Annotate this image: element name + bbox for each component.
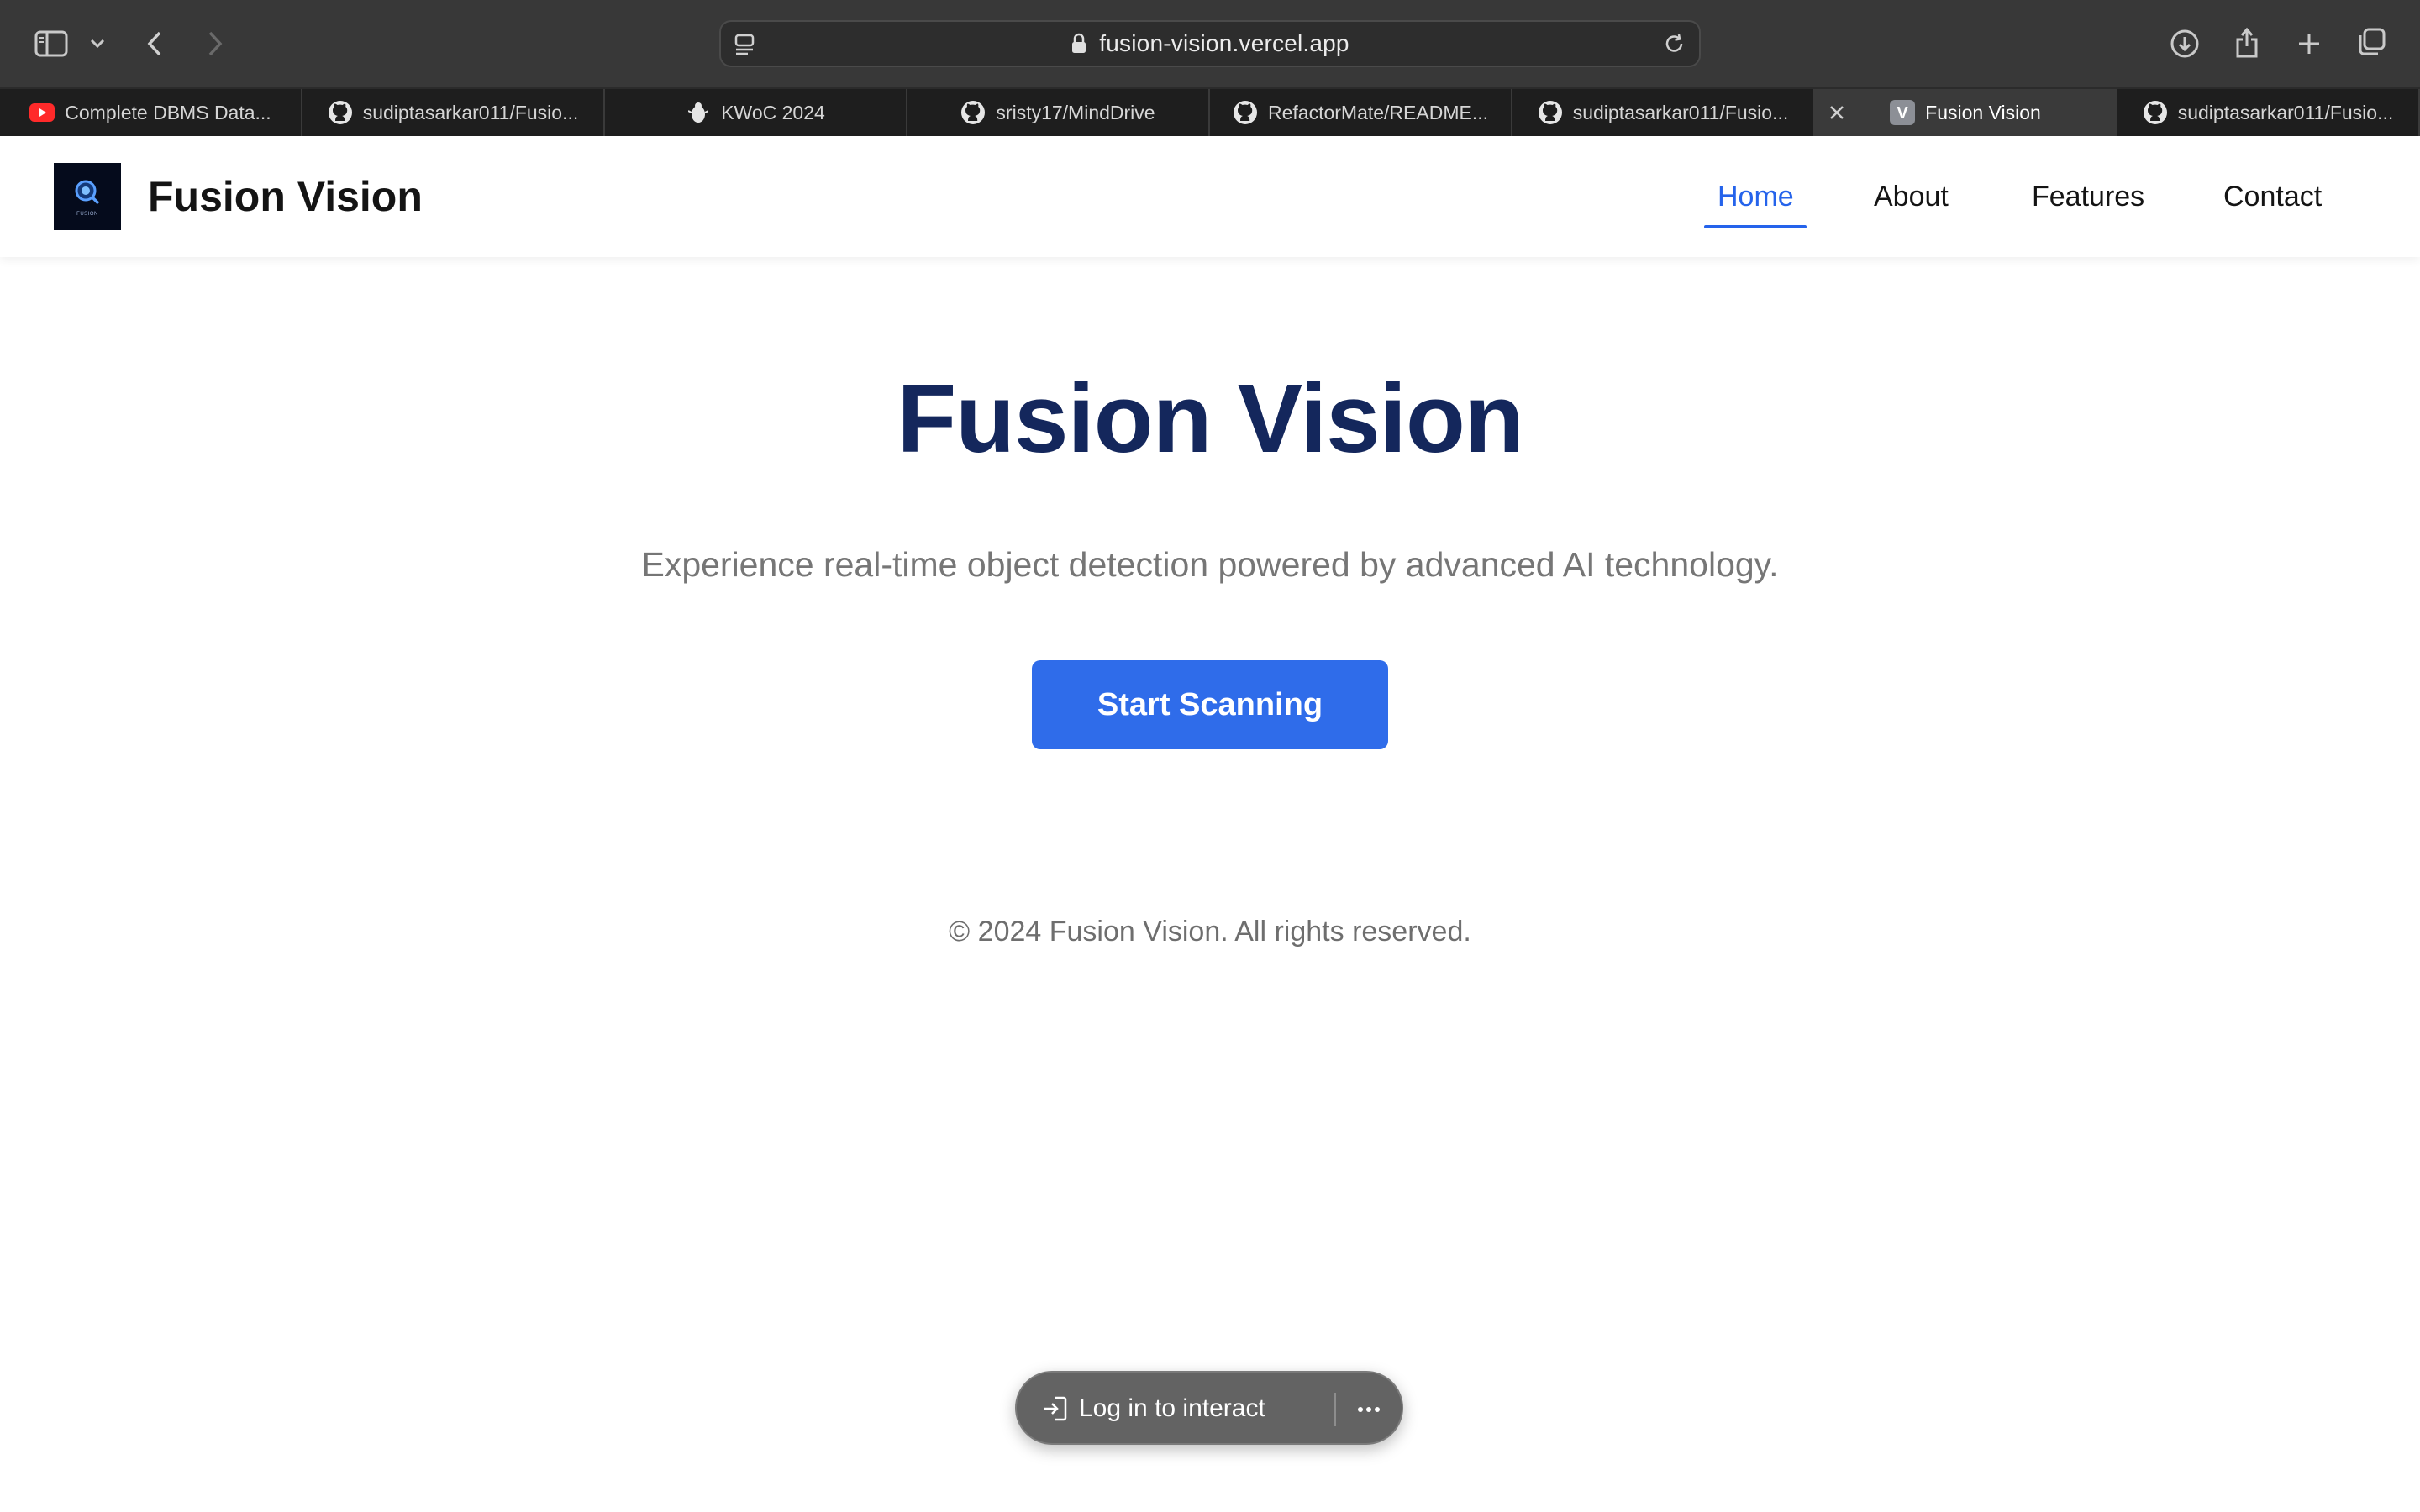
- browser-toolbar: fusion-vision.vercel.app: [0, 0, 2420, 87]
- chevron-down-icon[interactable]: [87, 34, 108, 54]
- download-icon[interactable]: [2168, 27, 2202, 60]
- url-text: fusion-vision.vercel.app: [1099, 30, 1349, 56]
- sign-in-icon: [1040, 1394, 1069, 1427]
- copyright-text: © 2024 Fusion Vision. All rights reserve…: [949, 916, 1471, 948]
- github-icon: [328, 100, 353, 125]
- back-icon[interactable]: [141, 27, 168, 60]
- tab-github-fusion-2[interactable]: sudiptasarkar011/Fusio...: [1512, 89, 1815, 136]
- nav-active-indicator: [1704, 225, 1807, 228]
- lock-icon: [1071, 33, 1087, 55]
- tab-github-fusion-3[interactable]: sudiptasarkar011/Fusio...: [2118, 89, 2420, 136]
- more-options-icon[interactable]: [1356, 1398, 1381, 1425]
- hero-title: Fusion Vision: [897, 364, 1523, 473]
- start-scanning-button[interactable]: Start Scanning: [1032, 660, 1388, 749]
- login-label[interactable]: Log in to interact: [1079, 1391, 1265, 1426]
- tab-refactormate[interactable]: RefactorMate/README...: [1210, 89, 1512, 136]
- nav-about[interactable]: About: [1874, 176, 1949, 217]
- nav-contact[interactable]: Contact: [2223, 176, 2322, 217]
- nav-features[interactable]: Features: [2032, 176, 2144, 217]
- pill-divider: [1334, 1393, 1336, 1426]
- hero-subtitle: Experience real-time object detection po…: [641, 545, 1779, 584]
- address-bar[interactable]: fusion-vision.vercel.app: [719, 20, 1701, 67]
- tab-overview-icon[interactable]: [2354, 25, 2388, 59]
- tab-github-fusion-1[interactable]: sudiptasarkar011/Fusio...: [302, 89, 605, 136]
- youtube-icon: [29, 100, 55, 125]
- github-icon: [2143, 100, 2168, 125]
- forward-icon[interactable]: [202, 27, 229, 60]
- tab-fusion-vision[interactable]: V Fusion Vision: [1815, 89, 2118, 136]
- close-icon[interactable]: [1823, 99, 1850, 126]
- github-icon: [1538, 100, 1563, 125]
- svg-text:V: V: [1897, 104, 1909, 123]
- magnifier-icon: [75, 180, 100, 205]
- logo-caption: FUSION: [76, 212, 98, 217]
- share-icon[interactable]: [2232, 24, 2262, 60]
- vercel-v-icon: V: [1890, 100, 1916, 125]
- tab-mindrive[interactable]: sristy17/MindDrive: [908, 89, 1210, 136]
- tab-kwoc[interactable]: KWoC 2024: [605, 89, 908, 136]
- logo-image[interactable]: FUSION: [54, 163, 121, 230]
- login-pill[interactable]: Log in to interact: [1015, 1371, 1403, 1445]
- sidebar-toggle-icon[interactable]: [34, 27, 69, 60]
- tab-dbms[interactable]: Complete DBMS Data...: [0, 89, 302, 136]
- page-settings-icon[interactable]: [733, 32, 756, 61]
- new-tab-icon[interactable]: [2294, 27, 2324, 60]
- nav-home[interactable]: Home: [1718, 176, 1794, 217]
- kwoc-icon: [686, 100, 711, 125]
- github-icon: [960, 100, 986, 125]
- tab-strip: Complete DBMS Data... sudiptasarkar011/F…: [0, 87, 2420, 136]
- brand-name[interactable]: Fusion Vision: [148, 170, 423, 223]
- site-header: FUSION Fusion Vision Home About Features…: [0, 136, 2420, 257]
- github-icon: [1233, 100, 1258, 125]
- reload-icon[interactable]: [1662, 32, 1687, 61]
